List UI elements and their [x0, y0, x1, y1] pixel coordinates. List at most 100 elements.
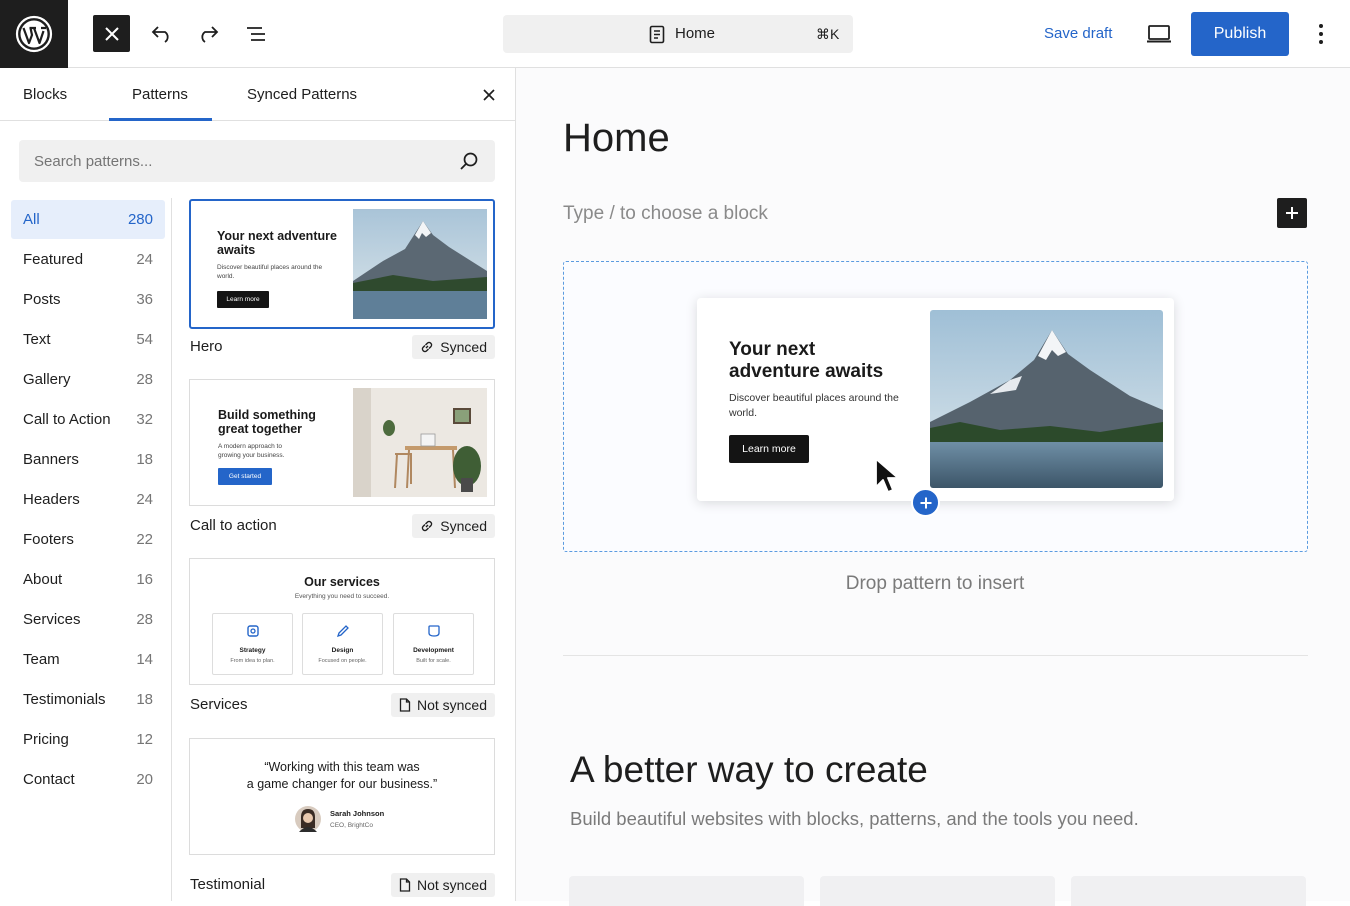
category-team[interactable]: Team 14	[11, 640, 165, 679]
category-label: Pricing	[23, 731, 69, 748]
card-title: Strategy	[239, 647, 266, 654]
close-panel-button[interactable]	[479, 85, 499, 105]
category-count: 20	[136, 771, 153, 788]
avatar	[295, 806, 321, 832]
category-footers[interactable]: Footers 22	[11, 520, 165, 559]
preview-title: Your next adventure awaits	[729, 339, 884, 382]
command-shortcut: ⌘K	[816, 26, 840, 42]
section-heading[interactable]: A better way to create	[570, 749, 928, 791]
category-about[interactable]: About 16	[11, 560, 165, 599]
preview-subtitle: Discover beautiful places around the wor…	[729, 392, 899, 419]
category-count: 54	[136, 331, 153, 348]
more-vertical-icon	[1319, 24, 1323, 44]
category-count: 22	[136, 531, 153, 548]
section-paragraph[interactable]: Build beautiful websites with blocks, pa…	[570, 808, 1139, 830]
document-overview-button[interactable]	[237, 15, 274, 52]
badge-label: Not synced	[416, 877, 487, 893]
category-label: Contact	[23, 771, 75, 788]
category-count: 12	[136, 731, 153, 748]
pattern-preview[interactable]: Our services Everything you need to succ…	[189, 558, 495, 685]
category-call-to-action[interactable]: Call to Action 32	[11, 400, 165, 439]
category-gallery[interactable]: Gallery 28	[11, 360, 165, 399]
mountain-image	[353, 209, 487, 319]
category-count: 32	[136, 411, 153, 428]
category-posts[interactable]: Posts 36	[11, 280, 165, 319]
not-synced-badge: Not synced	[390, 693, 495, 717]
wordpress-logo-icon[interactable]	[0, 0, 68, 68]
person-name: Sarah Johnson	[330, 809, 385, 818]
category-headers[interactable]: Headers 24	[11, 480, 165, 519]
badge-label: Synced	[440, 339, 487, 355]
mouse-cursor-icon	[875, 458, 899, 493]
category-label: Testimonials	[23, 691, 106, 708]
pattern-search	[19, 140, 495, 182]
category-count: 28	[136, 611, 153, 628]
category-contact[interactable]: Contact 20	[11, 760, 165, 799]
document-title: Home	[675, 25, 716, 42]
preview-button[interactable]	[1145, 20, 1173, 48]
tab-blocks[interactable]: Blocks	[23, 86, 67, 103]
service-card: Design Focused on people.	[302, 613, 383, 675]
preview-title: Build something great together	[218, 408, 316, 436]
card-title: Design	[331, 647, 354, 654]
pattern-name: Testimonial	[190, 876, 266, 893]
category-count: 24	[136, 491, 153, 508]
preview-button: Get started	[218, 468, 272, 485]
command-palette-button[interactable]: Home ⌘K	[503, 15, 853, 53]
column-card	[820, 876, 1055, 906]
pattern-preview[interactable]: Build something great together A modern …	[189, 379, 495, 506]
redo-button[interactable]	[189, 15, 226, 52]
shield-icon	[428, 625, 440, 637]
office-image	[353, 388, 487, 497]
block-inserter-panel: Blocks Patterns Synced Patterns All 280 F…	[0, 68, 516, 901]
category-testimonials[interactable]: Testimonials 18	[11, 680, 165, 719]
category-label: Services	[23, 611, 81, 628]
synced-badge: Synced	[412, 335, 495, 359]
separator-block	[563, 655, 1308, 656]
undo-icon	[151, 25, 169, 43]
preview-title: Our services	[304, 575, 380, 589]
search-icon	[460, 152, 478, 170]
preview-title: Your next adventure awaits	[217, 229, 337, 257]
plus-icon	[1286, 207, 1298, 219]
gear-icon	[247, 625, 259, 637]
preview-quote: “Working with this team was a game chang…	[190, 759, 494, 793]
tab-synced-patterns[interactable]: Synced Patterns	[247, 86, 357, 103]
close-icon	[483, 89, 495, 101]
category-pricing[interactable]: Pricing 12	[11, 720, 165, 759]
undo-button[interactable]	[143, 15, 180, 52]
drop-hint: Drop pattern to insert	[845, 573, 1025, 594]
category-text[interactable]: Text 54	[11, 320, 165, 359]
editor-topbar: Home ⌘K Save draft Publish	[0, 0, 1350, 68]
category-label: Footers	[23, 531, 74, 548]
category-label: About	[23, 571, 63, 588]
search-input[interactable]	[19, 140, 449, 182]
options-menu-button[interactable]	[1310, 20, 1332, 48]
close-inserter-button[interactable]	[93, 15, 130, 52]
category-all[interactable]: All 280	[11, 200, 165, 239]
block-placeholder[interactable]: Type / to choose a block	[563, 203, 768, 225]
add-block-button[interactable]	[1277, 198, 1307, 228]
preview-subtitle: A modern approach to growing your busine…	[218, 443, 285, 459]
category-count: 16	[136, 571, 153, 588]
preview-subtitle: Discover beautiful places around the wor…	[217, 264, 323, 280]
category-services[interactable]: Services 28	[11, 600, 165, 639]
person-role: CEO, BrightCo	[330, 822, 373, 829]
redo-icon	[200, 25, 218, 43]
pattern-preview[interactable]: Your next adventure awaits Discover beau…	[189, 199, 495, 329]
category-banners[interactable]: Banners 18	[11, 440, 165, 479]
card-title: Development	[413, 647, 454, 654]
category-count: 14	[136, 651, 153, 668]
badge-label: Not synced	[416, 697, 487, 713]
publish-button[interactable]: Publish	[1191, 12, 1289, 56]
category-featured[interactable]: Featured 24	[11, 240, 165, 279]
category-count: 36	[136, 291, 153, 308]
tab-patterns[interactable]: Patterns	[132, 86, 188, 103]
pencil-icon	[336, 625, 349, 638]
category-count: 18	[136, 691, 153, 708]
pattern-preview[interactable]: “Working with this team was a game chang…	[189, 738, 495, 855]
save-draft-button[interactable]: Save draft	[1044, 25, 1112, 42]
page-title[interactable]: Home	[563, 116, 670, 161]
column-card	[1071, 876, 1306, 906]
desktop-icon	[1147, 25, 1171, 43]
